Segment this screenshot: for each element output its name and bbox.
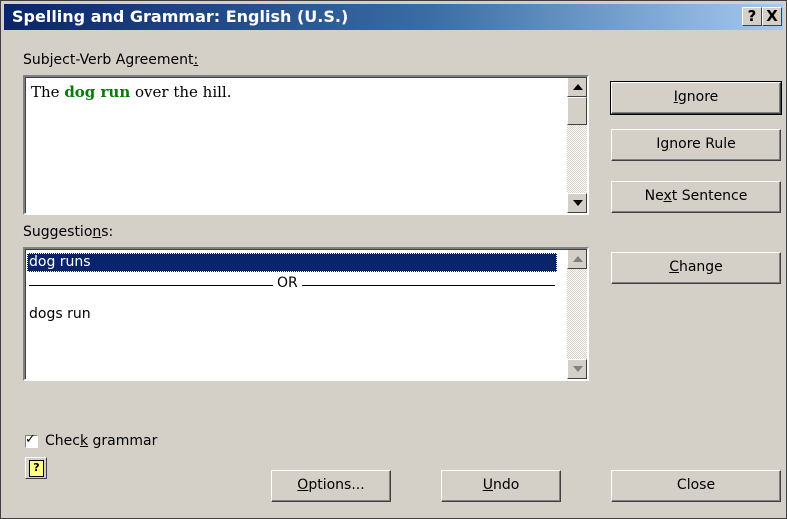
error-type-label: Subject-Verb Agreement:	[23, 52, 199, 68]
scroll-down-button[interactable]	[567, 193, 587, 213]
ignore-rule-button[interactable]: Ignore Rule	[611, 129, 781, 161]
undo-button[interactable]: Undo	[441, 470, 561, 502]
title-bar[interactable]: Spelling and Grammar: English (U.S.) ? X	[4, 4, 783, 30]
scroll-up-button[interactable]	[567, 249, 587, 269]
checkmark-icon: ✓	[25, 432, 36, 447]
sentence-box[interactable]: The dog run over the hill.	[23, 75, 589, 215]
window-title: Spelling and Grammar: English (U.S.)	[12, 7, 349, 26]
help-title-button[interactable]: ?	[742, 7, 762, 26]
sentence-scrollbar[interactable]	[567, 77, 587, 213]
up-arrow-icon	[573, 84, 583, 90]
down-arrow-icon	[573, 366, 583, 372]
scroll-thumb[interactable]	[567, 97, 587, 125]
suggestions-label: Suggestions:	[23, 224, 114, 240]
scroll-down-button[interactable]	[567, 359, 587, 379]
suggestions-scrollbar[interactable]	[567, 249, 587, 379]
suggestion-item[interactable]: dog runs	[27, 253, 557, 272]
help-button[interactable]: ?	[25, 457, 47, 479]
check-grammar-checkbox[interactable]: ✓	[25, 432, 38, 448]
close-title-button[interactable]: X	[762, 7, 782, 26]
sentence-text[interactable]: The dog run over the hill.	[31, 83, 231, 101]
ignore-button[interactable]: Ignore	[610, 81, 782, 115]
spelling-grammar-dialog: Spelling and Grammar: English (U.S.) ? X…	[0, 0, 787, 519]
next-sentence-button[interactable]: Next Sentence	[611, 181, 781, 213]
options-button[interactable]: Options...	[271, 470, 391, 502]
grammar-error-text[interactable]: dog run	[64, 83, 130, 101]
check-grammar-label[interactable]: Check grammar	[45, 433, 157, 449]
help-icon: ?	[29, 460, 44, 477]
change-button[interactable]: Change	[611, 252, 781, 284]
suggestions-list[interactable]: dog runs OR dogs run	[23, 247, 589, 381]
up-arrow-icon	[573, 256, 583, 262]
close-button[interactable]: Close	[611, 470, 781, 502]
down-arrow-icon	[573, 200, 583, 206]
separator-text: OR	[273, 275, 302, 291]
scroll-up-button[interactable]	[567, 77, 587, 97]
suggestion-item[interactable]: dogs run	[27, 305, 91, 324]
